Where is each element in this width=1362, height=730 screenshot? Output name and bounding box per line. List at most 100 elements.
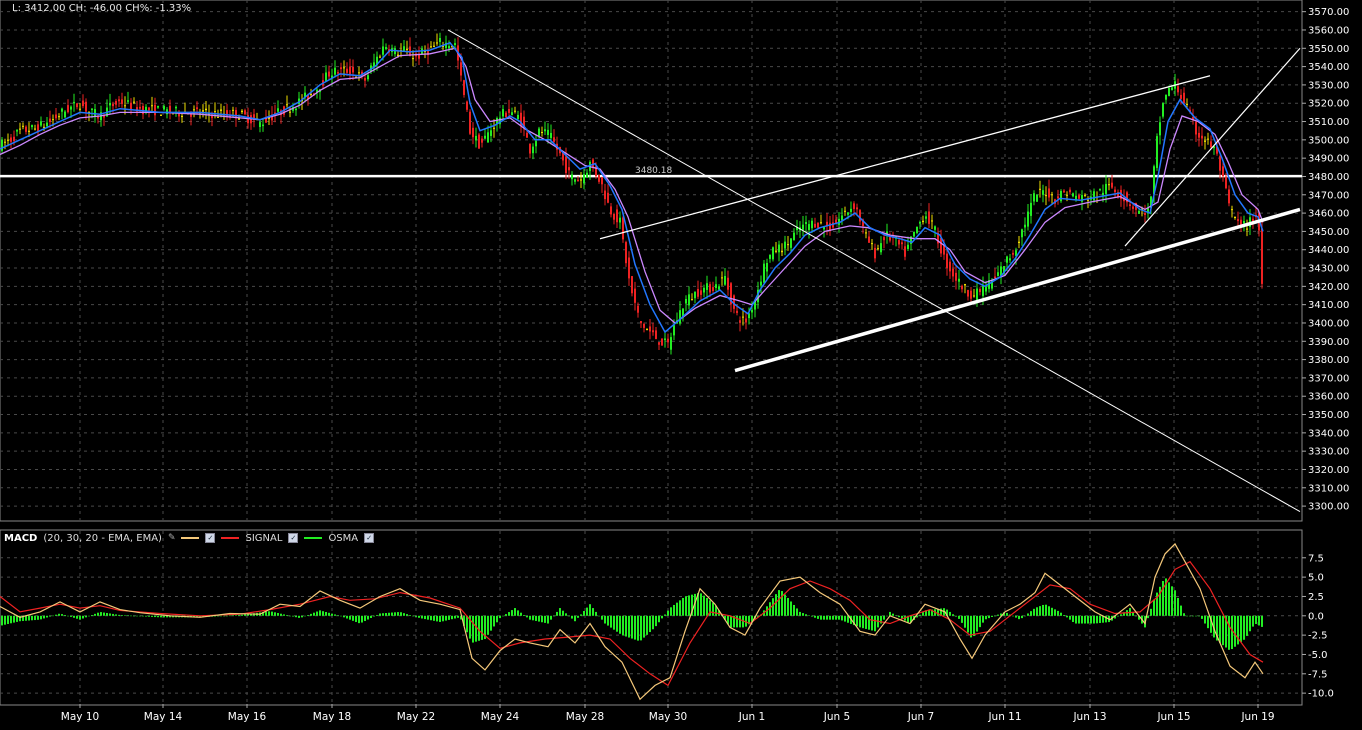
candle-body bbox=[10, 137, 12, 142]
osma-bar bbox=[1192, 615, 1194, 617]
candle-body bbox=[460, 62, 462, 76]
osma-bar bbox=[649, 615, 651, 633]
wrench-icon[interactable]: ✎ bbox=[168, 533, 176, 543]
candle-body bbox=[1018, 241, 1020, 243]
signal-visible-checkbox[interactable]: ✓ bbox=[288, 533, 299, 543]
osma-bar bbox=[739, 615, 741, 628]
osma-bar bbox=[79, 615, 81, 620]
osma-bar bbox=[862, 615, 864, 629]
osma-bar bbox=[100, 612, 102, 616]
candle-body bbox=[1228, 189, 1230, 204]
osma-bar bbox=[271, 611, 273, 616]
osma-bar bbox=[367, 615, 369, 620]
candle-body bbox=[661, 338, 663, 346]
x-tick-label: Jun 5 bbox=[823, 711, 850, 723]
candle-body bbox=[1186, 103, 1188, 105]
candle-body bbox=[286, 104, 288, 106]
osma-bar bbox=[244, 614, 246, 616]
candle-body bbox=[526, 132, 528, 138]
macd-tick-label: 0.0 bbox=[1308, 611, 1324, 622]
candle-body bbox=[1183, 92, 1185, 104]
osma-bar bbox=[1240, 615, 1242, 643]
osma-bar bbox=[277, 613, 279, 616]
candle-body bbox=[835, 219, 837, 223]
candle-body bbox=[466, 101, 468, 110]
osma-bar bbox=[154, 615, 156, 618]
candle-body bbox=[40, 121, 42, 126]
candle-body bbox=[697, 288, 699, 297]
osma-bar bbox=[607, 615, 609, 626]
x-tick-label: May 22 bbox=[397, 711, 435, 723]
candle-body bbox=[685, 298, 687, 304]
osma-bar bbox=[430, 615, 432, 621]
candle-body bbox=[778, 244, 780, 253]
osma-bar bbox=[571, 615, 573, 619]
osma-bar bbox=[646, 615, 648, 635]
osma-bar bbox=[976, 615, 978, 632]
candle-body bbox=[553, 137, 555, 142]
candle-body bbox=[214, 111, 216, 113]
macd-params[interactable]: (20, 30, 20 - EMA, EMA) bbox=[43, 533, 162, 544]
osma-bar bbox=[373, 615, 375, 617]
osma-bar bbox=[661, 615, 663, 619]
osma-bar bbox=[1021, 615, 1023, 619]
price-tick-label: 3560.00 bbox=[1308, 25, 1349, 36]
candle-body bbox=[79, 108, 81, 110]
price-tick-label: 3310.00 bbox=[1308, 483, 1349, 494]
candle-body bbox=[997, 272, 999, 277]
candle-body bbox=[340, 67, 342, 70]
osma-bar bbox=[634, 615, 636, 640]
candle-body bbox=[346, 68, 348, 73]
osma-bar bbox=[136, 615, 138, 617]
macd-visible-checkbox[interactable]: ✓ bbox=[205, 533, 216, 543]
candle-body bbox=[898, 240, 900, 245]
candle-body bbox=[943, 245, 945, 255]
osma-bar bbox=[664, 614, 666, 616]
candle-body bbox=[379, 56, 381, 58]
candle-body bbox=[841, 215, 843, 221]
candle-body bbox=[724, 275, 726, 285]
candle-body bbox=[1033, 193, 1035, 202]
candle-body bbox=[535, 140, 537, 147]
candle-body bbox=[406, 48, 408, 50]
candle-body bbox=[1078, 195, 1080, 199]
osma-bar bbox=[229, 615, 231, 617]
osma-bar bbox=[1171, 586, 1173, 616]
osma-bar bbox=[619, 615, 621, 634]
osma-bar bbox=[148, 615, 150, 617]
osma-bar bbox=[112, 613, 114, 616]
price-info-readout: L: 3412.00 CH: -46.00 CH%: -1.33% bbox=[12, 3, 192, 14]
candle-body bbox=[583, 174, 585, 184]
candle-body bbox=[325, 72, 327, 82]
candle-body bbox=[151, 105, 153, 107]
osma-visible-checkbox[interactable]: ✓ bbox=[364, 533, 375, 543]
candle-body bbox=[529, 143, 531, 154]
osma-bar bbox=[1099, 615, 1101, 624]
osma-bar bbox=[1087, 615, 1089, 624]
osma-bar bbox=[658, 615, 660, 623]
osma-bar bbox=[439, 615, 441, 622]
osma-bar bbox=[76, 615, 78, 619]
osma-bar bbox=[436, 615, 438, 622]
candle-body bbox=[469, 111, 471, 134]
candle-body bbox=[277, 108, 279, 112]
osma-bar bbox=[418, 615, 420, 618]
candle-body bbox=[481, 138, 483, 143]
osma-bar bbox=[1090, 615, 1092, 624]
osma-bar bbox=[70, 615, 72, 617]
price-tick-label: 3460.00 bbox=[1308, 209, 1349, 220]
osma-bar bbox=[409, 615, 411, 616]
candle-body bbox=[112, 103, 114, 107]
candle-body bbox=[412, 58, 414, 60]
osma-bar bbox=[1204, 615, 1206, 624]
x-tick-label: Jun 13 bbox=[1072, 711, 1106, 723]
osma-bar bbox=[64, 615, 66, 616]
osma-bar bbox=[391, 612, 393, 616]
macd-title: MACD bbox=[4, 532, 38, 544]
osma-bar bbox=[397, 612, 399, 616]
osma-bar bbox=[13, 615, 15, 623]
candle-body bbox=[430, 46, 432, 48]
x-tick-label: May 28 bbox=[566, 711, 604, 723]
osma-bar bbox=[472, 615, 474, 643]
macd-tick-label: 2.5 bbox=[1308, 592, 1324, 603]
